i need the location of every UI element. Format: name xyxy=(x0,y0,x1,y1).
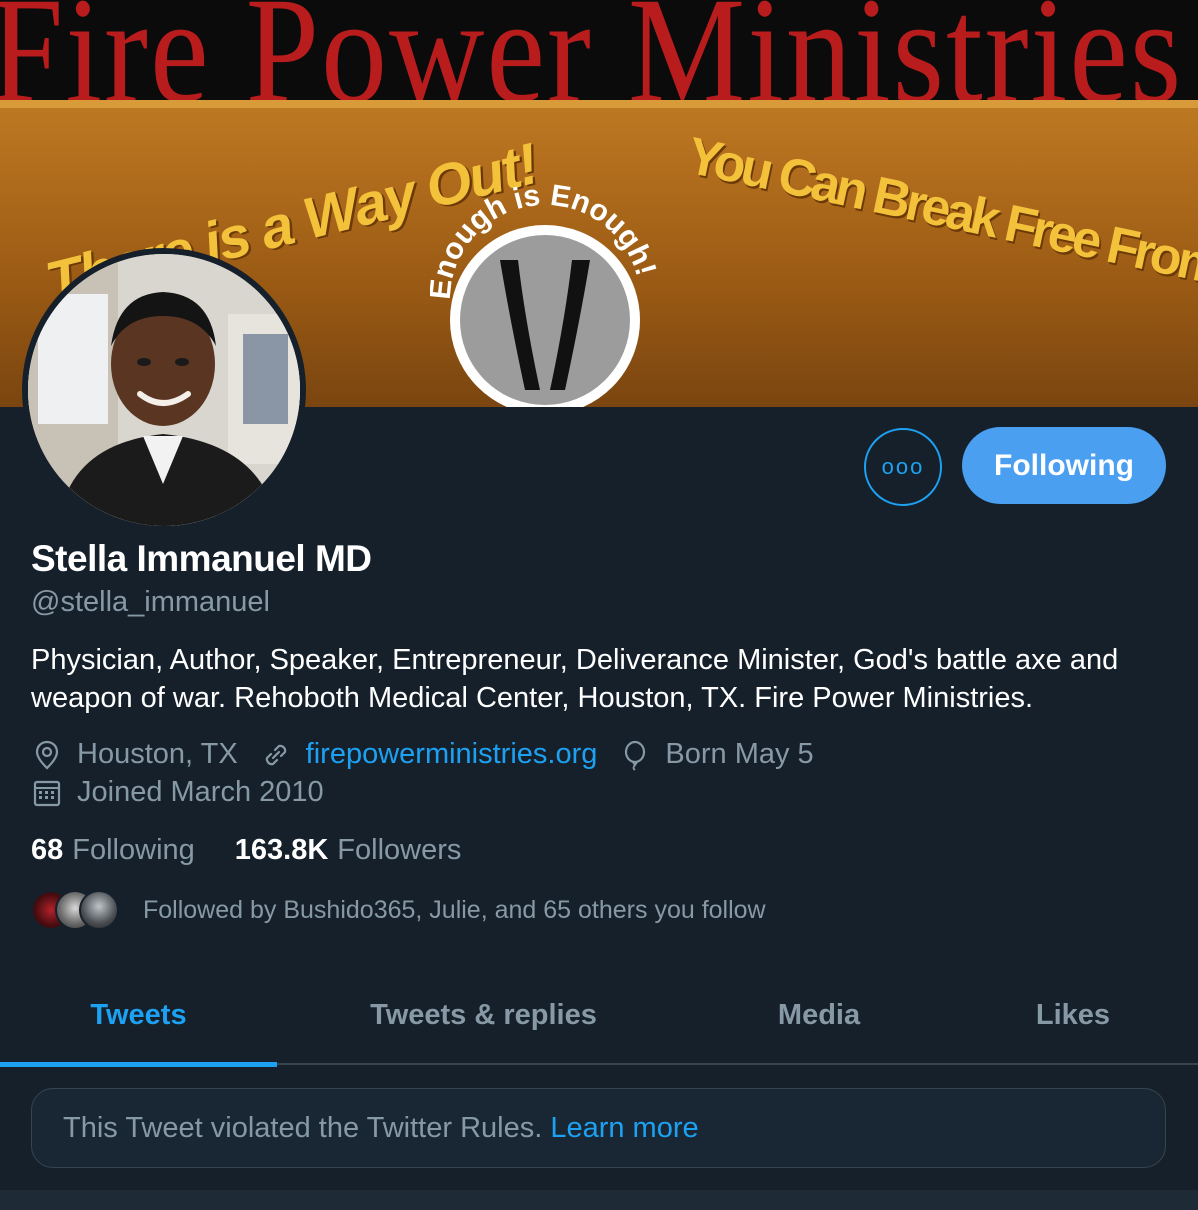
profile-tabs: Tweets Tweets & replies Media Likes xyxy=(0,965,1198,1067)
followed-by[interactable]: Followed by Bushido365, Julie, and 65 ot… xyxy=(31,890,766,930)
profile-website[interactable]: firepowerministries.org xyxy=(260,738,598,771)
profile-joined: Joined March 2010 xyxy=(31,776,324,809)
notice-text: This Tweet violated the Twitter Rules. xyxy=(63,1111,543,1144)
website-link[interactable]: firepowerministries.org xyxy=(306,738,598,771)
followers-label: Followers xyxy=(337,834,462,866)
calendar-icon xyxy=(33,780,61,806)
profile-handle: @stella_immanuel xyxy=(31,586,270,618)
followers-count: 163.8K xyxy=(234,834,329,866)
more-options-button[interactable]: ooo xyxy=(864,428,942,506)
tab-tweets[interactable]: Tweets xyxy=(0,965,277,1067)
profile-bio: Physician, Author, Speaker, Entrepreneur… xyxy=(31,644,1119,714)
birthday-text: Born May 5 xyxy=(665,738,814,770)
profile-meta-row: Houston, TX firepowerministries.org Born… xyxy=(31,738,836,771)
tab-media[interactable]: Media xyxy=(690,965,948,1065)
banner-emblem: Enough is Enough! xyxy=(430,179,660,407)
follower-avatar xyxy=(79,890,119,930)
location-text: Houston, TX xyxy=(77,738,238,770)
more-options-icon: ooo xyxy=(881,454,925,479)
bottom-divider xyxy=(0,1190,1198,1210)
profile-joined-row: Joined March 2010 xyxy=(31,776,346,809)
banner-right-slogan: You Can Break Free From Your Past! xyxy=(682,126,1198,344)
profile-avatar[interactable] xyxy=(22,248,306,532)
following-label: Following xyxy=(72,834,195,866)
tab-tweets-replies[interactable]: Tweets & replies xyxy=(277,965,690,1065)
avatar-photo xyxy=(28,254,300,526)
tweet-violation-notice: This Tweet violated the Twitter Rules. L… xyxy=(31,1088,1166,1168)
balloon-icon xyxy=(625,740,646,771)
profile-location: Houston, TX xyxy=(31,738,238,771)
tab-likes[interactable]: Likes xyxy=(948,965,1198,1065)
link-icon xyxy=(265,744,286,765)
banner-title-strip: Fire Power Ministries xyxy=(0,0,1198,100)
profile-birthday: Born May 5 xyxy=(619,738,814,771)
location-pin-icon xyxy=(35,740,59,769)
followers-stat[interactable]: 163.8K Followers xyxy=(235,834,462,867)
banner-band xyxy=(0,100,1198,108)
profile-name: Stella Immanuel MD xyxy=(31,538,372,579)
following-count: 68 xyxy=(31,834,64,866)
following-button[interactable]: Following xyxy=(962,427,1166,504)
banner-title: Fire Power Ministries xyxy=(0,0,1184,100)
followed-by-text: Followed by Bushido365, Julie, and 65 ot… xyxy=(143,895,766,924)
following-stat[interactable]: 68 Following xyxy=(31,834,195,867)
joined-text: Joined March 2010 xyxy=(77,776,324,808)
learn-more-link[interactable]: Learn more xyxy=(550,1112,698,1145)
profile-stats: 68 Following 163.8K Followers xyxy=(31,834,501,867)
